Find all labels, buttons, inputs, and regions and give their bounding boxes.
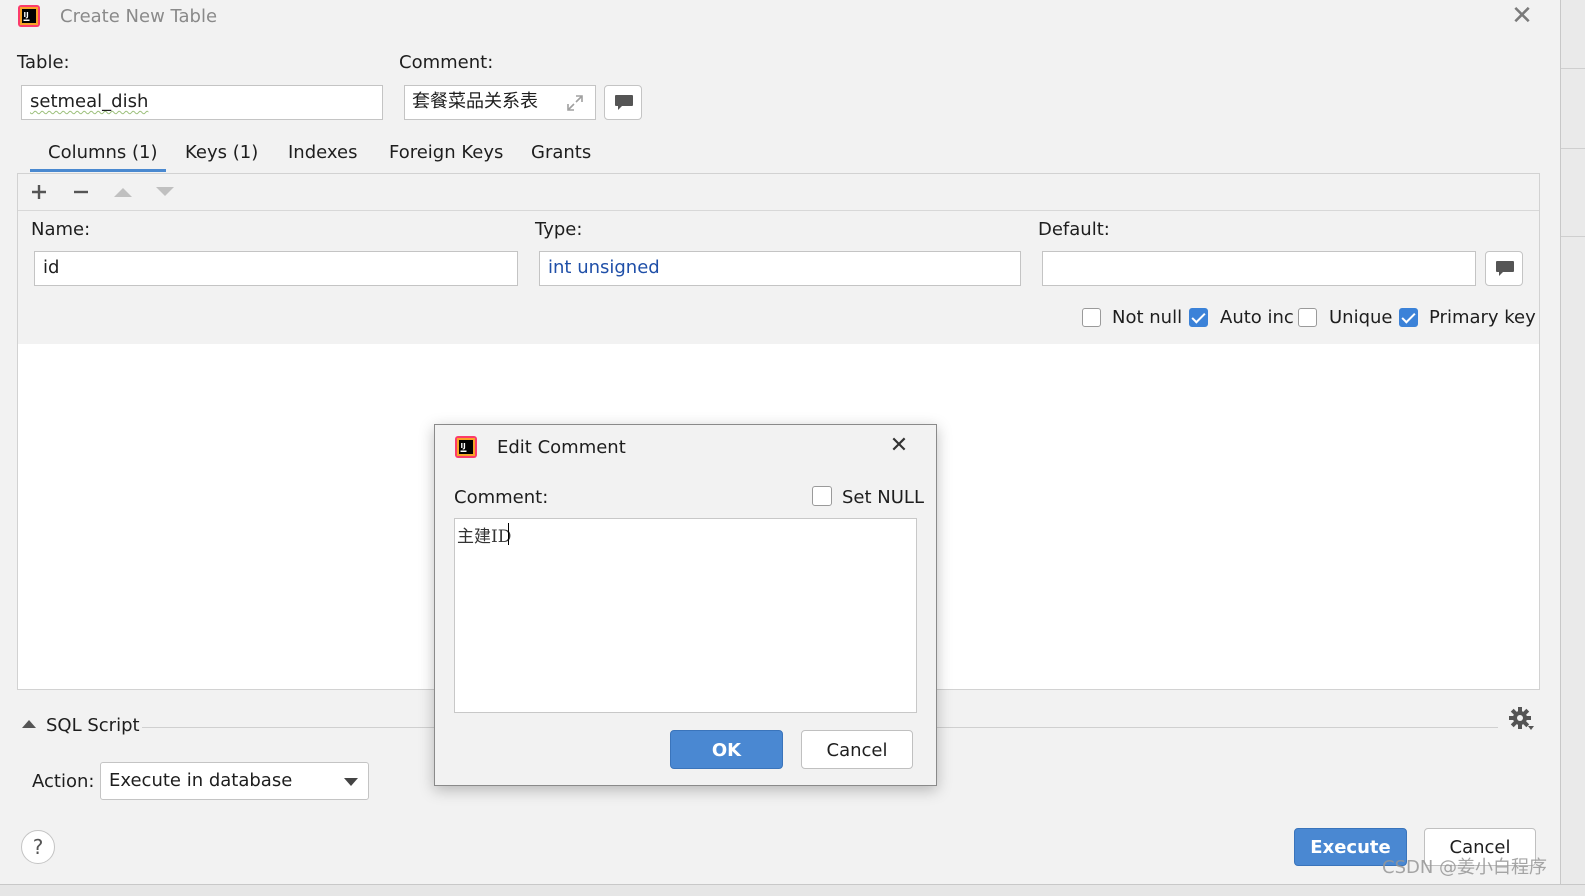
name-label: Name: bbox=[31, 219, 91, 240]
dialog-close-icon[interactable]: ✕ bbox=[887, 433, 911, 459]
not-null-label: Not null bbox=[1112, 307, 1183, 328]
dialog-comment-label: Comment: bbox=[454, 487, 549, 508]
dialog-ok-button[interactable]: OK bbox=[670, 730, 783, 769]
sql-script-toggle[interactable]: SQL Script bbox=[46, 715, 140, 736]
active-tab-indicator bbox=[30, 169, 166, 172]
svg-text:IJ: IJ bbox=[461, 442, 466, 450]
table-name-input[interactable]: setmeal_dish bbox=[21, 85, 383, 120]
dropdown-arrow-icon[interactable] bbox=[343, 777, 359, 787]
column-type-input[interactable]: int unsigned bbox=[539, 251, 1021, 286]
set-null-label: Set NULL bbox=[842, 487, 924, 508]
arrow-up-icon[interactable] bbox=[114, 186, 132, 198]
background-window-strip-bottom bbox=[0, 884, 1585, 896]
column-default-input[interactable] bbox=[1042, 251, 1476, 286]
table-label: Table: bbox=[17, 52, 70, 73]
column-comment-button[interactable] bbox=[1485, 251, 1523, 286]
dialog-cancel-button[interactable]: Cancel bbox=[801, 730, 913, 769]
close-icon[interactable]: ✕ bbox=[1510, 3, 1534, 29]
unique-label: Unique bbox=[1329, 307, 1393, 328]
comment-icon bbox=[615, 95, 633, 110]
primary-key-checkbox[interactable] bbox=[1399, 308, 1418, 327]
unique-checkbox[interactable] bbox=[1298, 308, 1317, 327]
window-title: Create New Table bbox=[60, 6, 218, 27]
comment-value: 套餐菜品关系表 bbox=[412, 91, 538, 112]
tab-indexes[interactable]: Indexes bbox=[288, 142, 357, 163]
tab-columns[interactable]: Columns (1) bbox=[48, 142, 158, 163]
background-window-strip bbox=[1561, 0, 1585, 895]
minus-icon[interactable] bbox=[72, 183, 90, 201]
comment-text: 主建ID bbox=[457, 527, 512, 547]
intellij-logo-icon: IJ bbox=[18, 5, 40, 27]
dialog-title: Edit Comment bbox=[497, 437, 626, 458]
collapse-triangle-icon[interactable] bbox=[22, 719, 36, 729]
watermark: CSDN @姜小白程序 bbox=[1382, 857, 1548, 878]
arrow-down-icon[interactable] bbox=[156, 186, 174, 198]
comment-textarea[interactable]: 主建ID bbox=[454, 518, 917, 713]
type-label: Type: bbox=[535, 219, 583, 240]
text-caret bbox=[508, 523, 509, 545]
column-name-input[interactable]: id bbox=[34, 251, 518, 286]
expand-icon[interactable] bbox=[565, 93, 585, 113]
set-null-checkbox[interactable] bbox=[812, 486, 832, 506]
tab-foreign-keys[interactable]: Foreign Keys bbox=[389, 142, 503, 163]
action-select-value: Execute in database bbox=[109, 770, 293, 791]
help-icon[interactable]: ? bbox=[21, 830, 55, 864]
table-name-value: setmeal_dish bbox=[30, 91, 149, 112]
svg-text:IJ: IJ bbox=[24, 11, 29, 19]
default-label: Default: bbox=[1038, 219, 1110, 240]
action-select[interactable]: Execute in database bbox=[100, 762, 369, 800]
comment-label: Comment: bbox=[399, 52, 494, 73]
tab-keys[interactable]: Keys (1) bbox=[185, 142, 258, 163]
intellij-logo-icon: IJ bbox=[455, 436, 477, 458]
comment-edit-button[interactable] bbox=[604, 85, 642, 120]
plus-icon[interactable] bbox=[30, 183, 48, 201]
primary-key-label: Primary key bbox=[1429, 307, 1536, 328]
not-null-checkbox[interactable] bbox=[1082, 308, 1101, 327]
auto-inc-label: Auto inc bbox=[1220, 307, 1294, 328]
action-label: Action: bbox=[32, 771, 95, 792]
auto-inc-checkbox[interactable] bbox=[1189, 308, 1208, 327]
comment-icon bbox=[1496, 261, 1514, 276]
columns-toolbar bbox=[18, 174, 1539, 211]
gear-icon[interactable] bbox=[1508, 706, 1536, 732]
tab-grants[interactable]: Grants bbox=[531, 142, 591, 163]
